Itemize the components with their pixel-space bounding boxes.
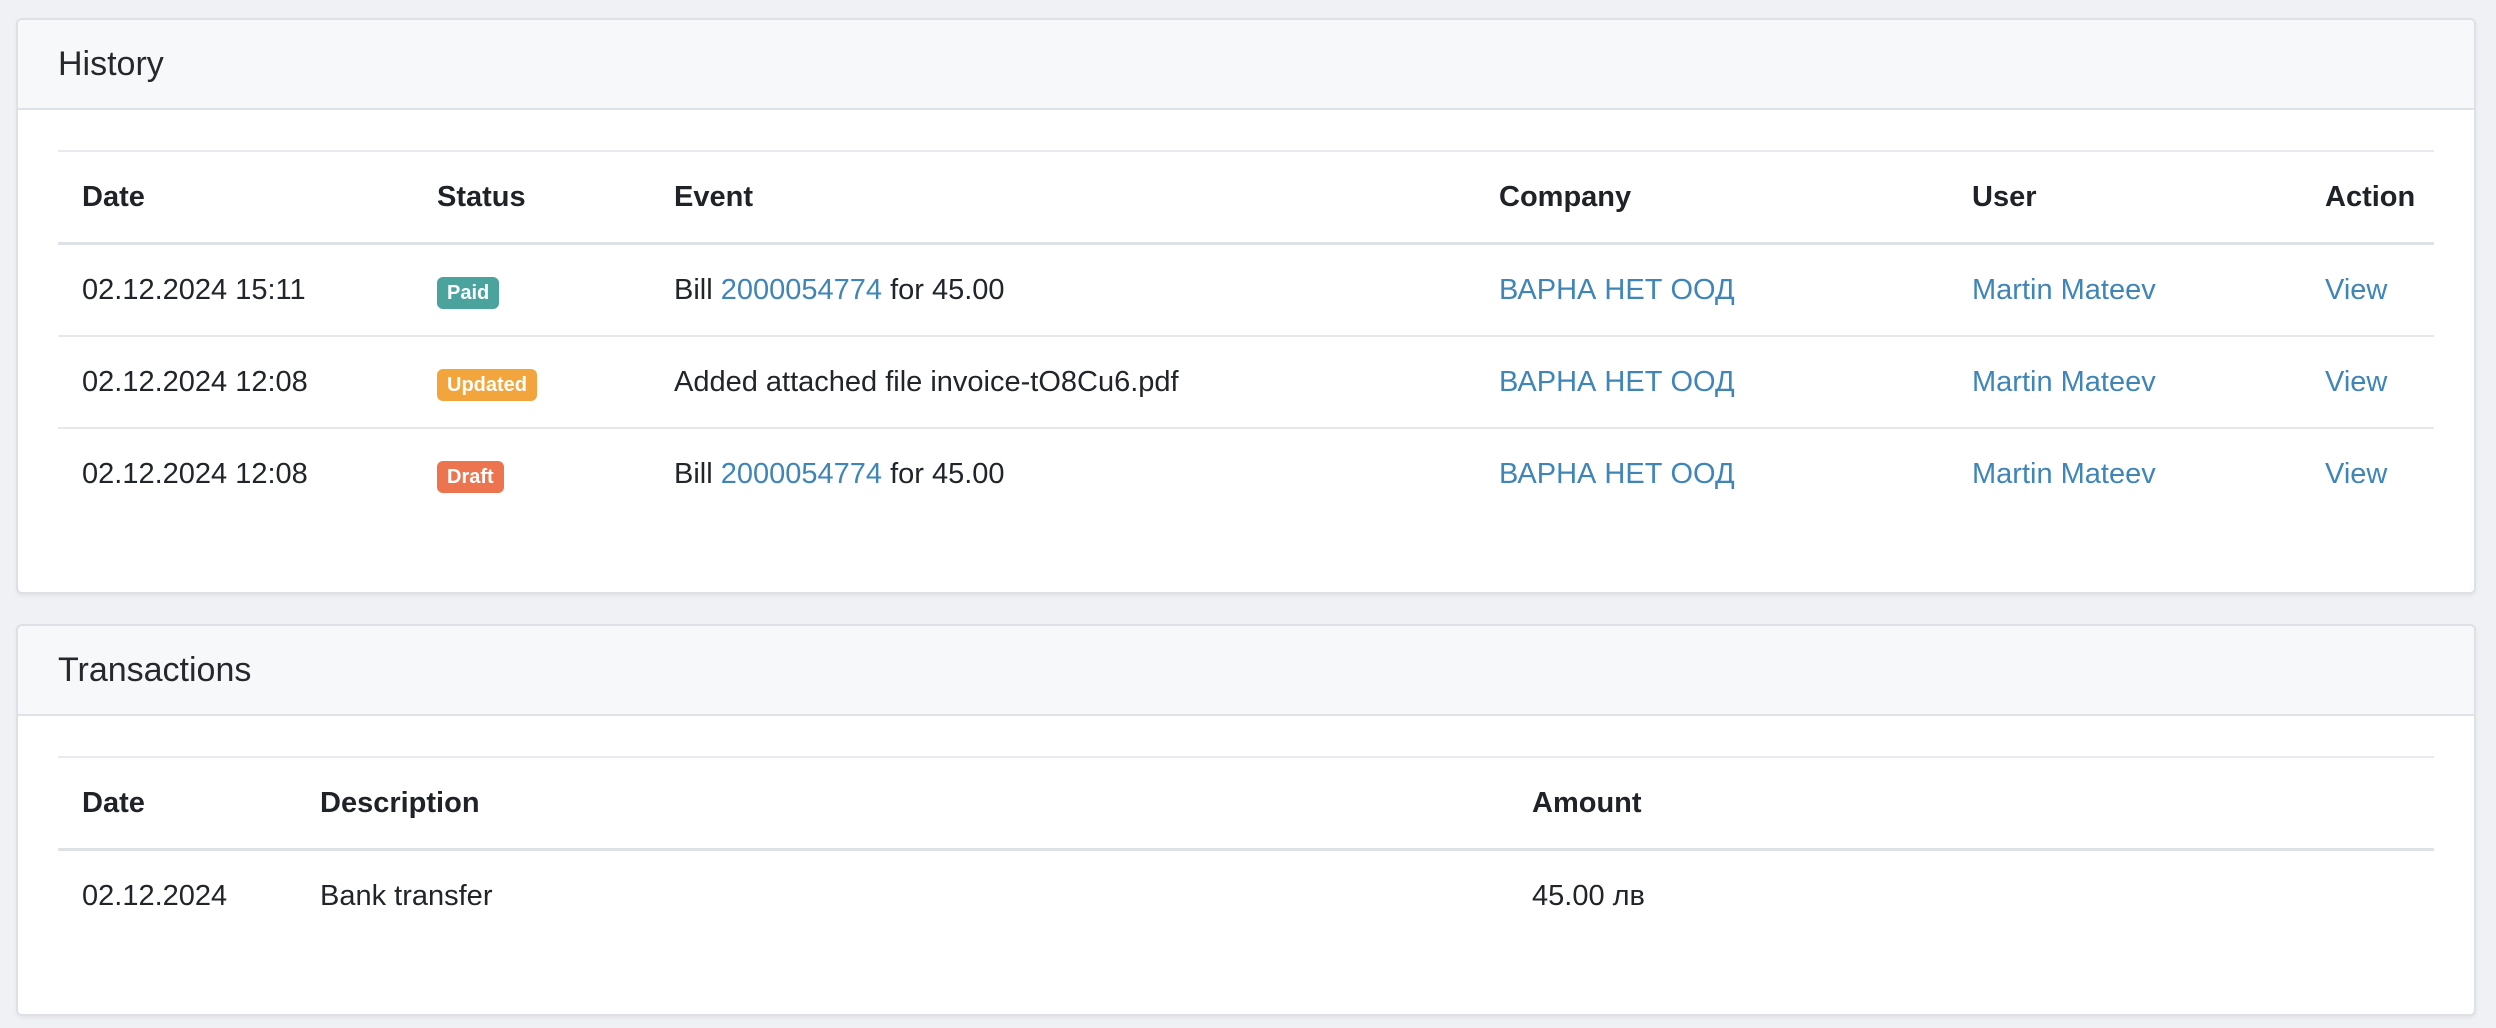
view-link[interactable]: View [2325,366,2387,398]
column-header-event: Event [650,151,1475,245]
history-header-row: Date Status Event Company User Action [58,151,2434,245]
event-text: Added attached file invoice-tO8Cu6.pdf [674,365,1179,398]
column-header-action: Action [2301,151,2434,245]
history-event: Bill 2000054774 for 45.00 [650,428,1475,519]
status-badge: Updated [437,368,537,401]
column-header-status: Status [413,151,650,245]
history-title: History [58,44,164,83]
column-header-company: Company [1475,151,1948,245]
column-header-amount: Amount [1508,757,2434,851]
status-badge: Paid [437,276,500,309]
view-link[interactable]: View [2325,274,2387,306]
view-link[interactable]: View [2325,458,2387,490]
user-link[interactable]: Martin Mateev [1972,274,2156,306]
user-link[interactable]: Martin Mateev [1972,458,2156,490]
company-link[interactable]: ВАРНА НЕТ ООД [1499,458,1735,490]
table-row: 02.12.2024 12:08 Draft Bill 2000054774 f… [58,428,2434,519]
table-row: 02.12.2024 12:08 Updated Added attached … [58,336,2434,429]
company-link[interactable]: ВАРНА НЕТ ООД [1499,366,1735,398]
column-header-description: Description [296,757,1508,851]
transaction-description: Bank transfer [320,879,493,912]
table-row: 02.12.2024 15:11 Paid Bill 2000054774 fo… [58,243,2434,337]
history-event: Bill 2000054774 for 45.00 [650,243,1475,337]
transactions-title: Transactions [58,650,252,689]
transactions-header: Transactions [18,626,2474,716]
event-text-suffix: for 45.00 [882,273,1005,306]
history-table: Date Status Event Company User Action 02… [58,150,2434,519]
bill-number-link[interactable]: 2000054774 [721,274,882,306]
column-header-date: Date [58,151,413,245]
event-text: Bill [674,273,721,306]
column-header-user: User [1948,151,2301,245]
table-row: 02.12.2024 Bank transfer 45.00 лв [58,850,2434,942]
transactions-panel: Transactions Date Description Amount 02.… [16,624,2476,1016]
column-header-date: Date [58,757,296,851]
status-badge: Draft [437,460,504,493]
history-event: Added attached file invoice-tO8Cu6.pdf [650,336,1475,429]
event-text: Bill [674,457,721,490]
bill-number-link[interactable]: 2000054774 [721,458,882,490]
transactions-table: Date Description Amount 02.12.2024 Bank … [58,756,2434,941]
history-date: 02.12.2024 12:08 [82,457,308,490]
transaction-amount: 45.00 лв [1532,879,1645,912]
transaction-date: 02.12.2024 [82,879,228,912]
history-header: History [18,20,2474,110]
company-link[interactable]: ВАРНА НЕТ ООД [1499,274,1735,306]
history-panel: History Date Status Event Company User A… [16,18,2476,594]
event-text-suffix: for 45.00 [882,457,1005,490]
history-date: 02.12.2024 12:08 [58,336,413,429]
transactions-header-row: Date Description Amount [58,757,2434,851]
history-date: 02.12.2024 15:11 [58,243,413,337]
user-link[interactable]: Martin Mateev [1972,366,2156,398]
